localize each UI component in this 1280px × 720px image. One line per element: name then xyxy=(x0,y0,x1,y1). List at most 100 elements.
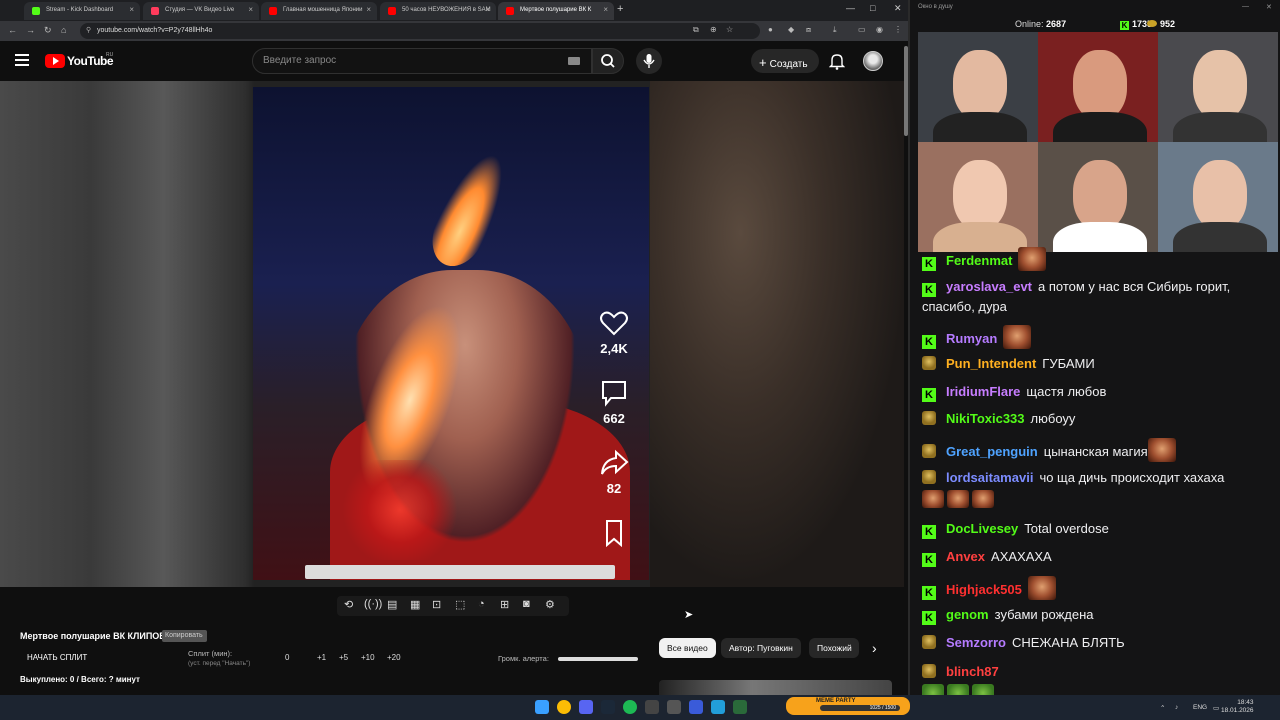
chat-username[interactable]: genom xyxy=(946,607,989,622)
chat-username[interactable]: lordsaitamavii xyxy=(946,470,1033,485)
tab-favicon-icon xyxy=(506,7,514,15)
extension-icon[interactable]: ● xyxy=(768,25,773,34)
tab-close-icon[interactable]: × xyxy=(129,5,134,14)
browser-menu-icon[interactable]: ⋮ xyxy=(894,25,902,34)
back-icon[interactable]: ← xyxy=(8,25,17,35)
browser-tab[interactable]: 50 часов НЕУВОЖЕНИЯ в SAM × xyxy=(380,2,496,20)
extension-icon[interactable]: ◆ xyxy=(788,25,794,34)
zoom-icon[interactable]: ⊕ xyxy=(710,25,717,34)
screenshot-icon[interactable]: ◙ xyxy=(523,598,530,610)
watch-icon[interactable]: ▤ xyxy=(387,598,397,611)
browser-tab[interactable]: Главная мошенница Японии × xyxy=(261,2,377,20)
app-icon[interactable] xyxy=(667,700,681,714)
language-indicator[interactable]: ENG xyxy=(1193,704,1207,711)
copy-button[interactable]: Копировать xyxy=(162,630,207,642)
chat-username[interactable]: Anvex xyxy=(946,549,985,564)
chat-username[interactable]: Semzorro xyxy=(946,635,1006,650)
telegram-icon[interactable] xyxy=(711,700,725,714)
minimize-window-button[interactable]: — xyxy=(846,3,855,13)
browser-tab[interactable]: Студия — VK Видео Live × xyxy=(143,2,259,20)
share-button[interactable]: 82 xyxy=(598,449,630,496)
split-plus20-button[interactable]: +20 xyxy=(387,653,401,662)
keyboard-icon[interactable] xyxy=(568,57,580,65)
chat-message: Pun_Intendent ГУБАМИ xyxy=(922,354,1270,374)
tray-chevron-icon[interactable]: ⌃ xyxy=(1160,704,1165,712)
audio-wave-icon[interactable]: ((·)) xyxy=(364,598,382,610)
site-info-icon[interactable]: ⚲ xyxy=(86,26,91,34)
comments-button[interactable]: 662 xyxy=(598,379,630,426)
split-0-button[interactable]: 0 xyxy=(285,653,289,662)
install-icon[interactable]: ⧉ xyxy=(693,25,699,35)
youtube-logo-icon[interactable] xyxy=(45,54,65,68)
chrome-icon[interactable] xyxy=(557,700,571,714)
chat-minimize-button[interactable]: — xyxy=(1242,3,1249,10)
create-button[interactable]: + Создать xyxy=(751,49,819,73)
maximize-window-button[interactable]: □ xyxy=(870,3,875,13)
tab-close-icon[interactable]: × xyxy=(485,5,490,14)
tab-close-icon[interactable]: × xyxy=(248,5,253,14)
obs-icon[interactable] xyxy=(645,700,659,714)
film-icon[interactable]: ▦ xyxy=(410,598,420,611)
split-plus1-button[interactable]: +1 xyxy=(317,653,326,662)
extensions-puzzle-icon[interactable]: ⧈ xyxy=(806,25,811,35)
browser-tab[interactable]: Stream - Kick Dashboard × xyxy=(24,2,140,20)
resize-icon[interactable]: ⊡ xyxy=(432,598,441,611)
settings-gear-icon[interactable]: ⚙ xyxy=(545,598,555,611)
chat-username[interactable]: NikiToxic333 xyxy=(946,411,1025,426)
chip-author[interactable]: Автор: Пугoвкин xyxy=(721,638,801,658)
account-avatar[interactable] xyxy=(863,51,883,71)
hamburger-menu-icon[interactable] xyxy=(15,54,29,66)
app-icon[interactable] xyxy=(689,700,703,714)
network-icon[interactable]: ▭ xyxy=(1213,704,1219,712)
split-plus10-button[interactable]: +10 xyxy=(361,653,375,662)
download-icon[interactable]: ⤓ xyxy=(833,25,837,35)
chat-username[interactable]: Pun_Intendent xyxy=(946,356,1036,371)
start-split-button[interactable]: НАЧАТЬ СПЛИТ xyxy=(27,653,87,662)
save-button[interactable] xyxy=(598,519,630,547)
start-menu-icon[interactable] xyxy=(535,700,549,714)
forward-icon[interactable]: → xyxy=(26,25,35,35)
chat-username[interactable]: yaroslava_evt xyxy=(946,279,1032,294)
microphone-tray-icon[interactable]: ♪ xyxy=(1175,704,1178,711)
chip-all-videos[interactable]: Все видео xyxy=(659,638,716,658)
close-window-button[interactable]: ✕ xyxy=(894,3,902,14)
app-icon[interactable] xyxy=(733,700,747,714)
crop-icon[interactable]: ⬚ xyxy=(455,598,465,611)
system-clock[interactable]: 18:43 18.01.2026 xyxy=(1221,699,1254,715)
voice-search-button[interactable] xyxy=(636,48,662,74)
chat-username[interactable]: Highjack505 xyxy=(946,582,1022,597)
cast-icon[interactable]: ▭ xyxy=(858,25,866,34)
speed-icon[interactable]: ◔ xyxy=(478,598,485,610)
discord-icon[interactable] xyxy=(579,700,593,714)
chat-username[interactable]: Ferdenmat xyxy=(946,253,1012,268)
chat-username[interactable]: Great_penguin xyxy=(946,444,1038,459)
add-clip-icon[interactable]: ⊞ xyxy=(500,598,509,611)
chevron-right-icon[interactable]: › xyxy=(872,640,877,656)
notifications-bell-icon[interactable] xyxy=(828,52,846,70)
new-tab-button[interactable]: + xyxy=(617,3,623,15)
like-button[interactable]: 2,4K xyxy=(598,309,630,356)
profile-icon[interactable]: ◉ xyxy=(876,25,883,34)
chat-username[interactable]: Rumyan xyxy=(946,331,997,346)
chip-similar[interactable]: Похожий xyxy=(809,638,859,658)
spotify-icon[interactable] xyxy=(623,700,637,714)
loop-icon[interactable]: ⟲ xyxy=(344,598,353,611)
chat-close-button[interactable]: ✕ xyxy=(1266,3,1272,11)
chat-username[interactable]: DocLivesey xyxy=(946,521,1018,536)
split-plus5-button[interactable]: +5 xyxy=(339,653,348,662)
search-button[interactable] xyxy=(592,48,624,74)
tab-close-icon[interactable]: × xyxy=(366,5,371,14)
browser-tab[interactable]: Мертвое полушарие ВК К × xyxy=(498,2,614,20)
bookmark-star-icon[interactable]: ☆ xyxy=(726,25,733,34)
chat-message: Kyaroslava_evt а потом у нас вся Сибирь г… xyxy=(922,277,1270,317)
chat-username[interactable]: IridiumFlare xyxy=(946,384,1020,399)
reload-icon[interactable]: ↻ xyxy=(44,25,52,36)
home-icon[interactable]: ⌂ xyxy=(61,25,66,35)
search-icon xyxy=(601,54,615,68)
chat-username[interactable]: blinch87 xyxy=(946,664,999,679)
create-label: Создать xyxy=(769,59,808,70)
video-progress-bar[interactable] xyxy=(305,565,615,579)
tab-close-icon[interactable]: × xyxy=(603,5,608,14)
steam-icon[interactable] xyxy=(601,700,615,714)
alert-volume-slider[interactable] xyxy=(558,657,638,661)
